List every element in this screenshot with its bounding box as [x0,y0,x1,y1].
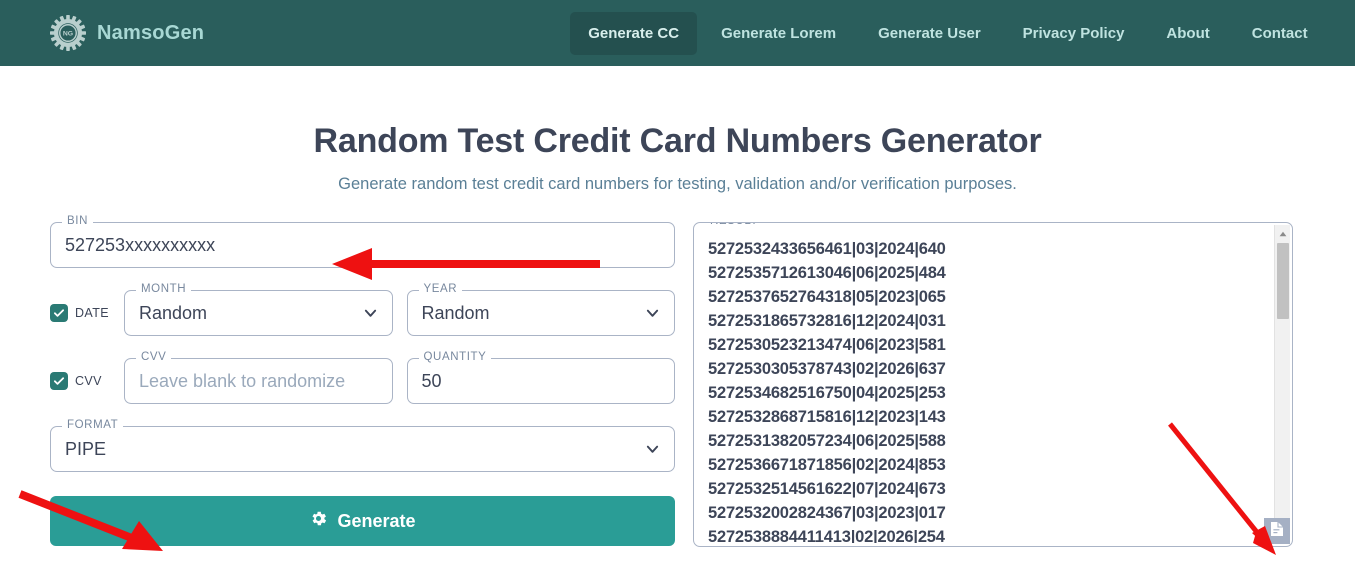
bin-field[interactable]: BIN 527253xxxxxxxxxx [50,215,675,268]
bin-value: 527253xxxxxxxxxx [65,234,216,255]
month-value: Random [139,302,208,323]
result-line: 5272531865732816|12|2024|031 [708,312,946,330]
nav-item-generate-cc[interactable]: Generate CC [570,11,698,55]
format-label: FORMAT [62,419,124,431]
result-line: 5272531382057234|06|2025|588 [708,432,946,450]
quantity-value: 50 [421,370,442,391]
nav-links: Generate CC Generate Lorem Generate User… [570,11,1326,55]
generate-button[interactable]: Generate [50,496,675,546]
generate-button-label: Generate [337,510,416,531]
result-label: RESULT [705,223,764,227]
nav-item-about[interactable]: About [1148,12,1227,55]
month-label: MONTH [136,283,192,295]
quantity-label: QUANTITY [418,351,492,363]
cvv-row: CVV CVV Leave blank to randomize QUANTIT… [50,351,675,404]
triangle-up-icon [1279,224,1287,242]
brand-name: NamsoGen [97,21,205,44]
result-line: 5272530305378743|02|2026|637 [708,360,946,378]
date-checkbox[interactable]: DATE [50,304,110,322]
result-line: 5272534682516750|04|2025|253 [708,384,946,402]
format-select[interactable]: FORMAT PIPE [50,419,675,472]
nav-item-privacy-policy[interactable]: Privacy Policy [1005,12,1143,55]
chevron-down-icon [645,306,660,321]
page-subtitle: Generate random test credit card numbers… [338,175,1017,193]
brand-logo-group[interactable]: NG NamsoGen [50,15,204,51]
chevron-down-icon [645,442,660,457]
cvv-label: CVV [136,351,172,363]
document-copy-icon [1270,521,1284,542]
copy-to-file-button[interactable] [1264,518,1290,544]
scrollbar-thumb[interactable] [1277,243,1289,319]
checkbox-checked-icon [50,372,68,390]
svg-text:NG: NG [63,31,73,38]
month-select[interactable]: MONTH Random [124,283,393,336]
format-row: FORMAT PIPE [50,419,675,472]
format-value: PIPE [65,438,107,459]
result-line: 5272532002824367|03|2023|017 [708,504,946,522]
result-line: 5272535712613046|06|2025|484 [708,264,946,282]
nav-item-generate-user[interactable]: Generate User [860,12,999,55]
year-select[interactable]: YEAR Random [406,283,675,336]
year-label: YEAR [418,283,463,295]
chevron-down-icon [363,306,378,321]
cvv-checkbox-label: CVV [75,374,102,388]
cvv-placeholder: Leave blank to randomize [139,370,346,391]
cvv-checkbox[interactable]: CVV [50,372,110,390]
result-line: 5272530523213474|06|2023|581 [708,336,946,354]
nav-item-contact[interactable]: Contact [1234,12,1326,55]
main-content: BIN 527253xxxxxxxxxx DATE MONTH Random Y… [0,194,1355,547]
gear-icon [309,509,328,533]
checkbox-checked-icon [50,304,68,322]
quantity-field[interactable]: QUANTITY 50 [406,351,675,404]
result-line: 5272532433656461|03|2024|640 [708,240,946,258]
result-panel: RESULT 5272532433656461|03|2024|640 5272… [693,222,1293,547]
nav-item-generate-lorem[interactable]: Generate Lorem [703,12,854,55]
scrollbar-up-button[interactable] [1275,225,1290,241]
bin-label: BIN [62,215,93,227]
generator-form: BIN 527253xxxxxxxxxx DATE MONTH Random Y… [50,215,675,546]
result-line: 5272536671871856|02|2024|853 [708,456,946,474]
date-checkbox-label: DATE [75,306,110,320]
cvv-field[interactable]: CVV Leave blank to randomize [124,351,393,404]
top-navigation-bar: NG NamsoGen Generate CC Generate Lorem G… [0,0,1355,66]
result-scrollbar[interactable] [1274,225,1290,544]
gear-icon: NG [50,15,86,51]
year-value: Random [421,302,490,323]
result-line: 5272532868715816|12|2023|143 [708,408,946,426]
result-line: 5272537652764318|05|2023|065 [708,288,946,306]
page-title: Random Test Credit Card Numbers Generato… [313,122,1042,160]
result-textarea[interactable]: RESULT 5272532433656461|03|2024|640 5272… [693,222,1293,547]
date-row: DATE MONTH Random YEAR Random [50,283,675,336]
result-lines-container: 5272532433656461|03|2024|640 52725357126… [708,237,1290,543]
result-line: 5272538884411413|02|2026|254 [708,528,945,543]
result-line: 5272532514561622|07|2024|673 [708,480,946,498]
